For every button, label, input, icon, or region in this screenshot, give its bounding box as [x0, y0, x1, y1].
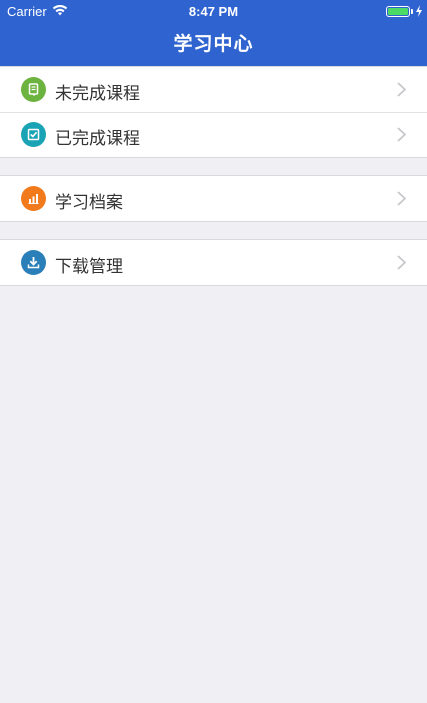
chart-icon: [21, 186, 46, 211]
clock: 8:47 PM: [188, 4, 239, 19]
download-group: 下载管理: [0, 239, 427, 286]
list-item-label: 未完成课程: [55, 84, 140, 104]
course-group: 未完成课程 已完成课程: [0, 66, 427, 158]
battery-icon: [386, 6, 410, 17]
chevron-right-icon: [397, 255, 406, 270]
list-item-download-management[interactable]: 下载管理: [0, 240, 427, 285]
status-bar: Carrier 8:47 PM: [0, 0, 427, 24]
list-item-label: 学习档案: [55, 193, 123, 213]
archive-group: 学习档案: [0, 175, 427, 222]
list-item-incomplete-courses[interactable]: 未完成课程: [0, 67, 427, 112]
list-item-learning-archive[interactable]: 学习档案: [0, 176, 427, 221]
list-item-completed-courses[interactable]: 已完成课程: [0, 112, 427, 157]
header: Carrier 8:47 PM 学习中心: [0, 0, 427, 67]
chevron-right-icon: [397, 82, 406, 97]
book-icon: [21, 77, 46, 102]
list-item-label: 已完成课程: [55, 129, 140, 149]
download-icon: [21, 250, 46, 275]
battery-cap: [411, 9, 413, 14]
check-icon: [21, 122, 46, 147]
chevron-right-icon: [397, 127, 406, 142]
charging-bolt-icon: [416, 5, 422, 17]
list-item-label: 下载管理: [55, 257, 123, 277]
chevron-right-icon: [397, 191, 406, 206]
page-title: 学习中心: [173, 33, 254, 55]
